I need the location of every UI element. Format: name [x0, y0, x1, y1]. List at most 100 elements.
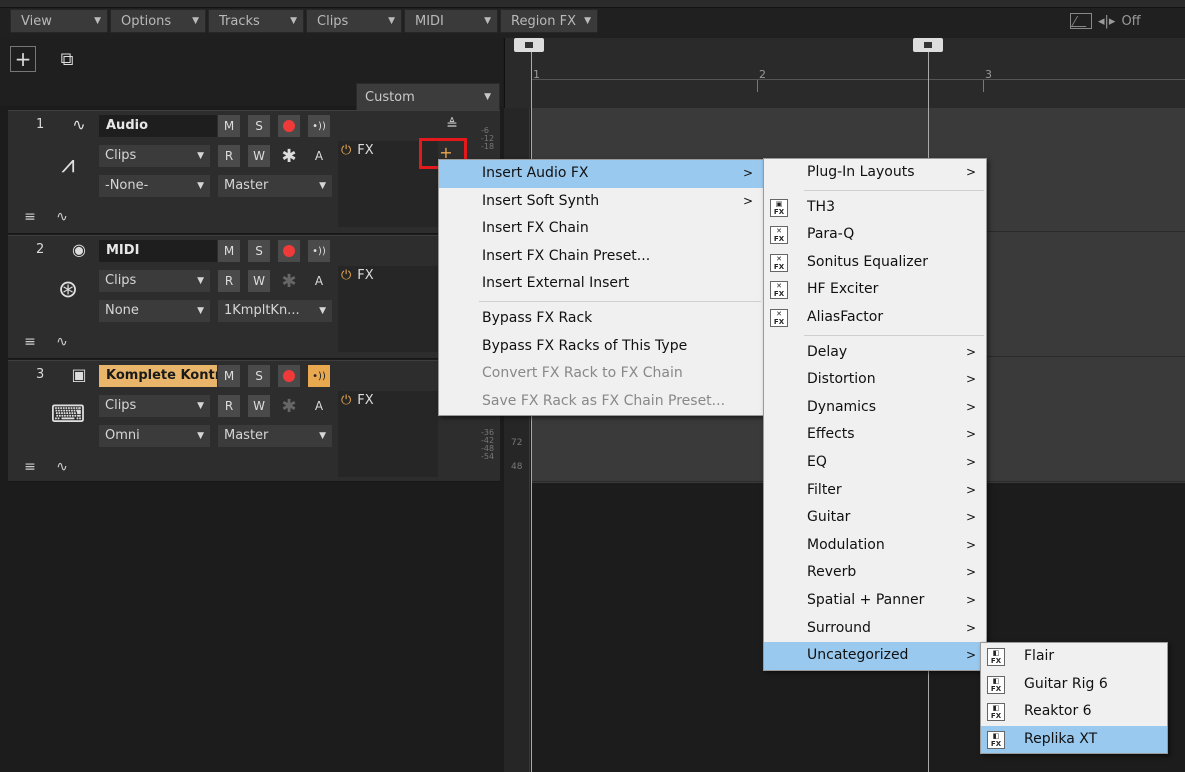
menu-item-th3[interactable]: ▣ FX TH3	[764, 194, 986, 222]
read-automation-button[interactable]: R	[218, 270, 240, 292]
track-layout-icon[interactable]: ≡	[20, 457, 40, 477]
menu-item-guitar[interactable]: Guitar >	[764, 504, 986, 532]
solo-button[interactable]: S	[248, 115, 270, 137]
automation-lane-icon[interactable]: ∿	[52, 207, 72, 227]
time-ruler[interactable]: 1 2 3	[504, 38, 1185, 108]
automation-button[interactable]: A	[308, 145, 330, 167]
menu-item-label: Insert External Insert	[482, 275, 630, 292]
input-echo-button[interactable]: •))	[308, 115, 330, 137]
snap-arrows-icon[interactable]: ◂|▸	[1098, 14, 1115, 29]
track-audio[interactable]: 1 ∿ Audio M S •)) ≜ ⩘ Clips ▼ R W ✱ A -No…	[8, 110, 500, 234]
menu-item-bypass-fx-rack[interactable]: Bypass FX Rack	[439, 305, 763, 333]
track-layout-icon[interactable]: ≡	[20, 207, 40, 227]
menu-item-spatial-panner[interactable]: Spatial + Panner >	[764, 587, 986, 615]
record-arm-button[interactable]	[278, 365, 300, 387]
channel-dropdown[interactable]: -None- ▼	[99, 175, 210, 197]
menu-tracks[interactable]: Tracks ▼	[208, 9, 304, 33]
output-dropdown-label: Master	[224, 428, 269, 443]
record-arm-button[interactable]	[278, 115, 300, 137]
loop-end-marker[interactable]	[913, 38, 943, 52]
read-automation-button[interactable]: R	[218, 145, 240, 167]
solo-button[interactable]: S	[248, 240, 270, 262]
menu-item-insert-external-insert[interactable]: Insert External Insert	[439, 270, 763, 298]
menu-item-flair[interactable]: ◧ FX Flair	[981, 643, 1167, 671]
duplicate-track-icon[interactable]: ⧉	[54, 46, 80, 72]
record-arm-button[interactable]	[278, 240, 300, 262]
track-view-preset-dropdown[interactable]: Custom ▼	[356, 83, 500, 111]
menu-item-reverb[interactable]: Reverb >	[764, 559, 986, 587]
freeze-icon[interactable]: ✱	[278, 395, 300, 417]
automation-button[interactable]: A	[308, 395, 330, 417]
track-name[interactable]: Audio	[99, 115, 217, 137]
instrument-icon: ▣	[71, 365, 87, 384]
output-dropdown[interactable]: 1KmpltKn... ▼	[218, 300, 332, 322]
menu-item-uncategorized[interactable]: Uncategorized >	[764, 642, 986, 670]
snap-state[interactable]: Off	[1121, 14, 1140, 29]
empty-track-area[interactable]	[0, 483, 503, 772]
track-name[interactable]: MIDI	[99, 240, 217, 262]
track-midi[interactable]: 2 ◉ MIDI M S •)) ⊛ Clips ▼ R W ✱ A None ▼ …	[8, 235, 500, 359]
menu-item-insert-audio-fx[interactable]: Insert Audio FX >	[439, 160, 763, 188]
menu-item-insert-soft-synth[interactable]: Insert Soft Synth >	[439, 188, 763, 216]
menu-options[interactable]: Options ▼	[110, 9, 206, 33]
track-name[interactable]: Komplete Kontrol	[99, 365, 217, 387]
power-icon[interactable]: ⏻	[341, 268, 351, 283]
collapse-icon[interactable]: ≜	[442, 115, 462, 135]
menu-item-reaktor-6[interactable]: ◧ FX Reaktor 6	[981, 698, 1167, 726]
input-dropdown[interactable]: Clips ▼	[99, 395, 210, 417]
menu-item-surround[interactable]: Surround >	[764, 615, 986, 643]
plugin-fx-icon: ▣ FX	[770, 198, 788, 217]
input-dropdown[interactable]: Clips ▼	[99, 145, 210, 167]
write-automation-button[interactable]: W	[248, 395, 270, 417]
menu-item-modulation[interactable]: Modulation >	[764, 532, 986, 560]
power-icon[interactable]: ⏻	[341, 393, 351, 408]
write-automation-button[interactable]: W	[248, 270, 270, 292]
menu-midi[interactable]: MIDI ▼	[404, 9, 498, 33]
add-track-button[interactable]: +	[10, 46, 36, 72]
menu-item-insert-fx-chain[interactable]: Insert FX Chain	[439, 215, 763, 243]
track-komplete-kontrol[interactable]: 3 ▣ Komplete Kontrol M S •)) ⌨ Clips▼ R …	[8, 360, 500, 482]
write-automation-button[interactable]: W	[248, 145, 270, 167]
output-dropdown[interactable]: Master ▼	[218, 175, 332, 197]
menu-item-hf-exciter[interactable]: ✕ FX HF Exciter	[764, 276, 986, 304]
freeze-icon[interactable]: ✱	[278, 270, 300, 292]
mute-button[interactable]: M	[218, 115, 240, 137]
automation-lane-icon[interactable]: ∿	[52, 332, 72, 352]
menu-item-insert-fx-chain-preset[interactable]: Insert FX Chain Preset...	[439, 243, 763, 271]
menu-item-effects[interactable]: Effects >	[764, 421, 986, 449]
menu-item-aliasfactor[interactable]: ✕ FX AliasFactor	[764, 304, 986, 332]
menu-item-filter[interactable]: Filter >	[764, 477, 986, 505]
menu-item-guitar-rig-6[interactable]: ◧ FX Guitar Rig 6	[981, 671, 1167, 699]
mute-button[interactable]: M	[218, 365, 240, 387]
channel-dropdown[interactable]: Omni ▼	[99, 425, 210, 447]
loop-start-marker[interactable]	[514, 38, 544, 52]
menu-view[interactable]: View ▼	[10, 9, 108, 33]
power-icon[interactable]: ⏻	[341, 143, 351, 158]
menu-item-eq[interactable]: EQ >	[764, 449, 986, 477]
envelope-icon[interactable]	[1070, 13, 1092, 29]
output-dropdown[interactable]: Master ▼	[218, 425, 332, 447]
menu-item-dynamics[interactable]: Dynamics >	[764, 394, 986, 422]
input-dropdown[interactable]: Clips ▼	[99, 270, 210, 292]
menu-item-plugin-layouts[interactable]: Plug-In Layouts >	[764, 159, 986, 187]
input-echo-button[interactable]: •))	[308, 365, 330, 387]
automation-button[interactable]: A	[308, 270, 330, 292]
menu-item-label: Save FX Rack as FX Chain Preset...	[482, 392, 726, 409]
ruler-tick	[757, 80, 758, 92]
input-echo-button[interactable]: •))	[308, 240, 330, 262]
freeze-icon[interactable]: ✱	[278, 145, 300, 167]
solo-button[interactable]: S	[248, 365, 270, 387]
track-layout-icon[interactable]: ≡	[20, 332, 40, 352]
menu-item-sonitus-equalizer[interactable]: ✕ FX Sonitus Equalizer	[764, 249, 986, 277]
menu-item-replika-xt[interactable]: ◧ FX Replika XT	[981, 725, 1167, 754]
menu-item-bypass-fx-racks-of-type[interactable]: Bypass FX Racks of This Type	[439, 333, 763, 361]
menu-item-para-q[interactable]: ✕ FX Para-Q	[764, 221, 986, 249]
menu-region-fx[interactable]: Region FX ▼	[500, 9, 598, 33]
automation-lane-icon[interactable]: ∿	[52, 457, 72, 477]
menu-item-delay[interactable]: Delay >	[764, 339, 986, 367]
menu-clips[interactable]: Clips ▼	[306, 9, 402, 33]
read-automation-button[interactable]: R	[218, 395, 240, 417]
mute-button[interactable]: M	[218, 240, 240, 262]
channel-dropdown[interactable]: None ▼	[99, 300, 210, 322]
menu-item-distortion[interactable]: Distortion >	[764, 366, 986, 394]
